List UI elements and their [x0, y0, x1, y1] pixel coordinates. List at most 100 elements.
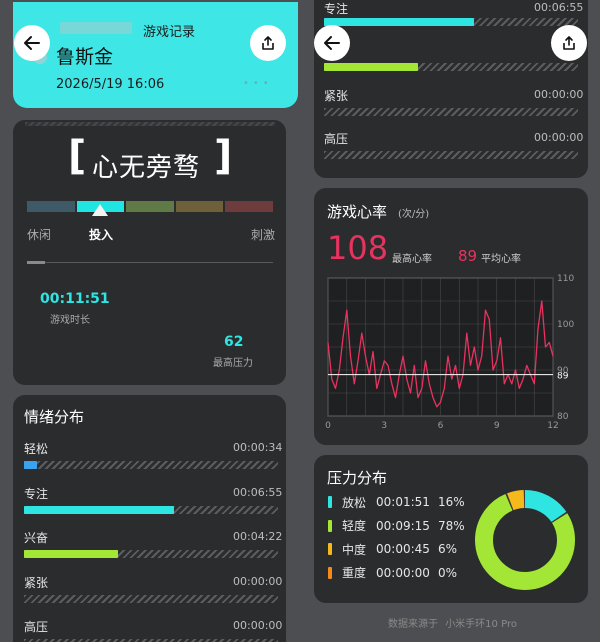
mood-divider	[27, 262, 273, 263]
emotion-label: 高压	[24, 620, 49, 634]
mood-scale-label-high: 刺激	[251, 228, 276, 242]
emotion-time: 00:00:00	[233, 574, 283, 588]
avg-heart-rate-label: 平均心率	[481, 254, 521, 265]
back-arrow-icon	[324, 36, 340, 50]
emotion-track	[324, 108, 578, 116]
pressure-legend-item: 轻度 00:09:15 78%	[328, 518, 465, 534]
avg-heart-rate-value: 89	[458, 247, 478, 265]
mood-scale-bar	[27, 201, 273, 212]
pressure-swatch	[328, 496, 332, 508]
pressure-level-label: 中度	[342, 542, 367, 557]
emotion-bar	[324, 63, 418, 71]
pressure-level-time: 00:09:15	[376, 518, 430, 533]
back-button-secondary[interactable]	[314, 25, 350, 61]
emotion-label: 高压	[324, 132, 349, 146]
pressure-legend-item: 放松 00:01:51 16%	[328, 494, 465, 510]
record-datetime: 2026/5/19 16:06	[56, 77, 165, 92]
pressure-level-pct: 78%	[438, 518, 465, 533]
chart-x-tick-label: 6	[438, 421, 444, 431]
header-title: 游戏记录	[143, 25, 196, 40]
mood-bracket-right: ]	[214, 133, 233, 179]
pressure-title: 压力分布	[327, 469, 388, 487]
mood-bracket-left: [	[68, 133, 87, 179]
mood-scale-segment	[225, 201, 273, 212]
emotion-bar	[24, 550, 118, 558]
mood-title: 心无旁骛	[92, 153, 201, 183]
game-name: 鲁斯金	[56, 46, 114, 68]
emotion-label: 专注	[324, 2, 349, 16]
chart-x-tick-label: 12	[547, 421, 558, 431]
chart-x-tick-label: 0	[325, 421, 331, 431]
mood-card-stripes	[25, 122, 275, 126]
data-source-footer: 数据来源于 小米手环10 Pro	[388, 615, 517, 630]
pressure-level-time: 00:00:00	[376, 565, 430, 580]
emotion-track	[324, 151, 578, 159]
emotion-time: 00:06:55	[534, 1, 584, 14]
share-icon	[262, 36, 274, 50]
emotion-time: 00:06:55	[233, 485, 283, 499]
emotion-time: 00:00:34	[233, 441, 283, 454]
emotion-label: 兴奋	[24, 531, 49, 545]
pressure-level-label: 放松	[342, 495, 367, 510]
pressure-swatch	[328, 519, 332, 532]
pressure-swatch	[328, 543, 332, 555]
back-button[interactable]	[14, 25, 50, 61]
emotion-time: 00:04:22	[233, 530, 283, 543]
chart-y-tick-label: 90	[557, 366, 569, 376]
emotion-title: 情绪分布	[24, 408, 85, 426]
chart-x-tick-label: 3	[381, 421, 387, 431]
pressure-level-time: 00:00:45	[376, 542, 430, 556]
chart-x-tick-label: 9	[494, 421, 500, 431]
pressure-legend-item: 中度 00:00:45 6%	[328, 541, 457, 557]
duration-label: 游戏时长	[50, 315, 90, 326]
data-source-device: 小米手环10 Pro	[445, 619, 517, 630]
header-blurred-text	[60, 22, 132, 34]
pressure-level-label: 重度	[342, 566, 367, 580]
pressure-legend-item: 重度 00:00:00 0%	[328, 565, 457, 581]
emotion-bar	[24, 461, 37, 469]
heart-rate-title: 游戏心率	[327, 203, 388, 221]
emotion-card	[13, 395, 286, 642]
pressure-level-pct: 0%	[438, 565, 458, 580]
pressure-level-pct: 16%	[438, 495, 465, 509]
max-heart-rate-value: 108	[327, 229, 389, 267]
heart-rate-unit: (次/分)	[398, 209, 430, 220]
mood-scale-label-current: 投入	[89, 228, 114, 242]
mood-pointer-icon	[92, 204, 108, 216]
max-heart-rate-label: 最高心率	[392, 254, 432, 265]
mood-scale-segment	[126, 201, 174, 212]
duration-value: 00:11:51	[40, 291, 110, 307]
pressure-level-time: 00:01:51	[376, 495, 430, 509]
emotion-label: 轻松	[24, 442, 49, 456]
emotion-track	[24, 594, 278, 603]
max-pressure-label: 最高压力	[213, 358, 253, 369]
mood-divider-marker	[27, 261, 45, 264]
mood-scale-label-low: 休闲	[27, 228, 52, 242]
emotion-time: 00:00:00	[233, 619, 283, 632]
emotion-label: 紧张	[24, 575, 49, 590]
pressure-swatch	[328, 566, 332, 579]
chart-y-tick-label: 80	[557, 412, 569, 422]
chart-y-tick-label: 110	[557, 274, 574, 284]
emotion-label: 专注	[24, 486, 49, 501]
share-button[interactable]	[250, 25, 286, 61]
mood-scale-segment	[175, 201, 224, 212]
share-icon	[563, 36, 575, 50]
header-dots: •••	[243, 78, 273, 89]
back-arrow-icon	[24, 36, 40, 50]
chart-y-tick-label: 100	[557, 320, 574, 330]
pressure-donut-chart	[475, 490, 575, 590]
emotion-time: 00:00:00	[534, 88, 584, 101]
emotion-label: 紧张	[324, 89, 349, 103]
emotion-time: 00:00:00	[534, 131, 584, 144]
emotion-bar	[24, 505, 174, 514]
pressure-level-label: 轻度	[342, 519, 367, 533]
mood-scale-segment	[27, 201, 75, 212]
emotion-bar	[324, 18, 474, 26]
pressure-level-pct: 6%	[438, 542, 458, 556]
data-source-prefix: 数据来源于	[388, 619, 438, 630]
emotion-track	[24, 461, 278, 469]
share-button-secondary[interactable]	[551, 25, 587, 61]
max-pressure-value: 62	[224, 334, 244, 350]
heart-rate-chart: 8980901001100 3 6 9 12	[325, 274, 574, 431]
